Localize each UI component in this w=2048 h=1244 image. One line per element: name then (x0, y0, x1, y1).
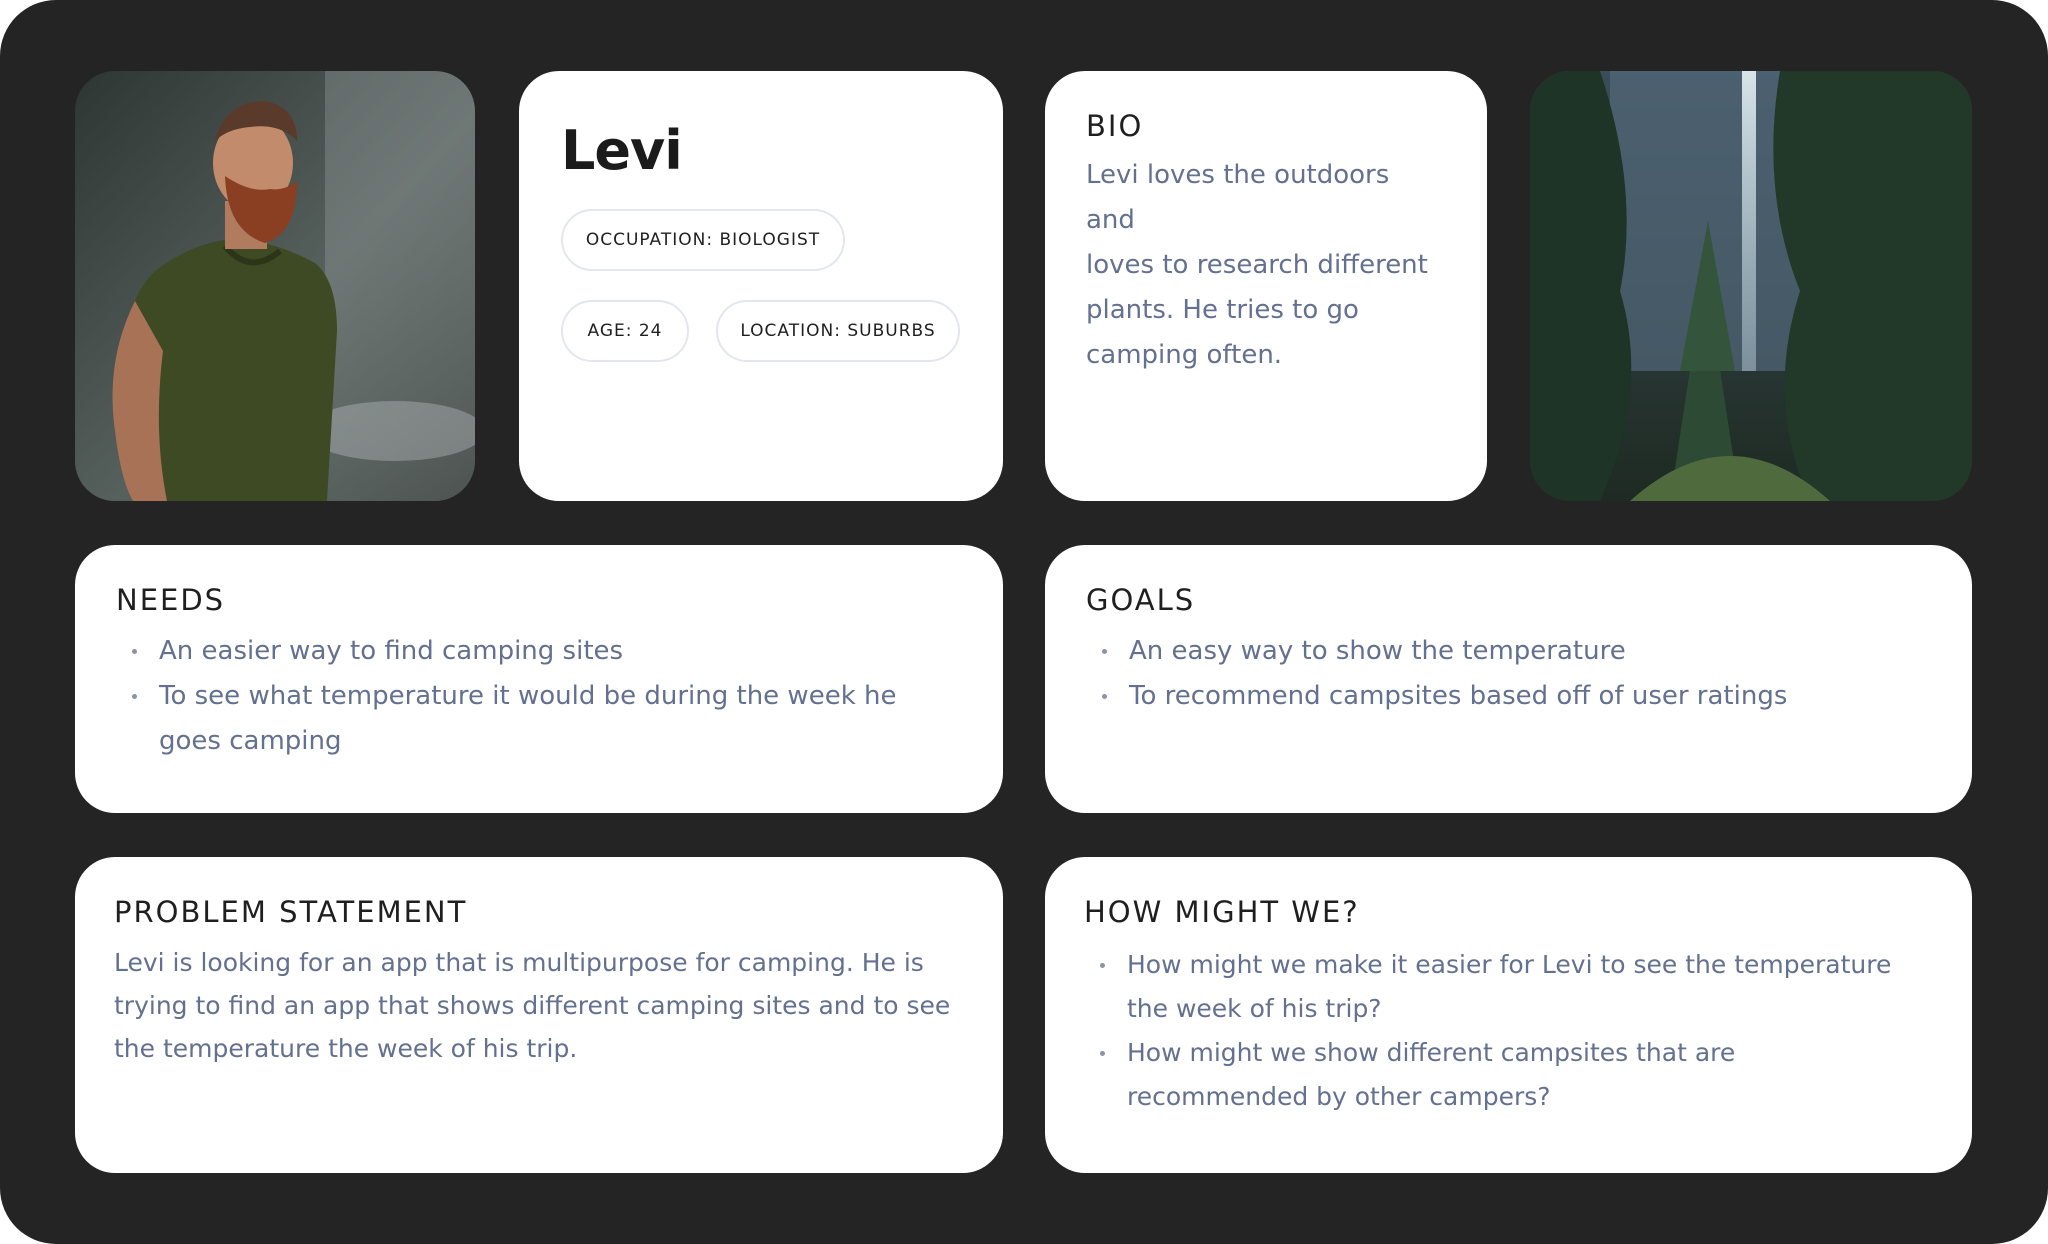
list-item: An easy way to show the temperature (1086, 629, 1931, 674)
bio-line: Levi loves the outdoors and (1086, 160, 1390, 235)
bio-line: loves to research different (1086, 250, 1428, 280)
needs-list: An easier way to find camping sites To s… (116, 629, 936, 764)
problem-statement-heading: PROBLEM STATEMENT (114, 895, 468, 929)
problem-line: Levi is looking for an app that is multi… (114, 948, 924, 977)
forest-waterfall-photo (1530, 71, 1972, 501)
bullet-icon (1102, 694, 1107, 699)
how-might-we-list: How might we make it easier for Levi to … (1084, 943, 1904, 1119)
problem-line: the temperature the week of his trip. (114, 1034, 578, 1063)
location-tag: LOCATION: SUBURBS (716, 300, 960, 362)
bio-text: Levi loves the outdoors and loves to res… (1086, 153, 1446, 378)
bio-line: camping often. (1086, 340, 1283, 370)
persona-identity-card: Levi OCCUPATION: BIOLOGIST AGE: 24 LOCAT… (519, 71, 1003, 501)
age-tag: AGE: 24 (561, 300, 689, 362)
bio-heading: BIO (1086, 109, 1144, 143)
list-item: To see what temperature it would be duri… (116, 674, 936, 764)
needs-card: NEEDS An easier way to find camping site… (75, 545, 1003, 813)
problem-line: trying to find an app that shows differe… (114, 991, 951, 1020)
problem-statement-card: PROBLEM STATEMENT Levi is looking for an… (75, 857, 1003, 1173)
persona-name: Levi (561, 119, 683, 182)
portrait-photo (75, 71, 475, 501)
bullet-icon (1102, 649, 1107, 654)
needs-heading: NEEDS (116, 583, 226, 617)
bio-line: plants. He tries to go (1086, 295, 1359, 325)
list-item: How might we show different campsites th… (1084, 1031, 1904, 1119)
bio-card: BIO Levi loves the outdoors and loves to… (1045, 71, 1487, 501)
goals-heading: GOALS (1086, 583, 1196, 617)
how-might-we-heading: HOW MIGHT WE? (1084, 895, 1360, 929)
problem-statement-text: Levi is looking for an app that is multi… (114, 941, 964, 1070)
list-item: How might we make it easier for Levi to … (1084, 943, 1904, 1031)
goals-card: GOALS An easy way to show the temperatur… (1045, 545, 1972, 813)
bullet-icon (1100, 963, 1105, 968)
bullet-icon (132, 694, 137, 699)
occupation-tag: OCCUPATION: BIOLOGIST (561, 209, 845, 271)
persona-board: Levi OCCUPATION: BIOLOGIST AGE: 24 LOCAT… (0, 0, 2048, 1244)
goals-list: An easy way to show the temperature To r… (1086, 629, 1931, 719)
list-item: An easier way to find camping sites (116, 629, 936, 674)
bullet-icon (1100, 1051, 1105, 1056)
bullet-icon (132, 649, 137, 654)
list-item: To recommend campsites based off of user… (1086, 674, 1931, 719)
how-might-we-card: HOW MIGHT WE? How might we make it easie… (1045, 857, 1972, 1173)
